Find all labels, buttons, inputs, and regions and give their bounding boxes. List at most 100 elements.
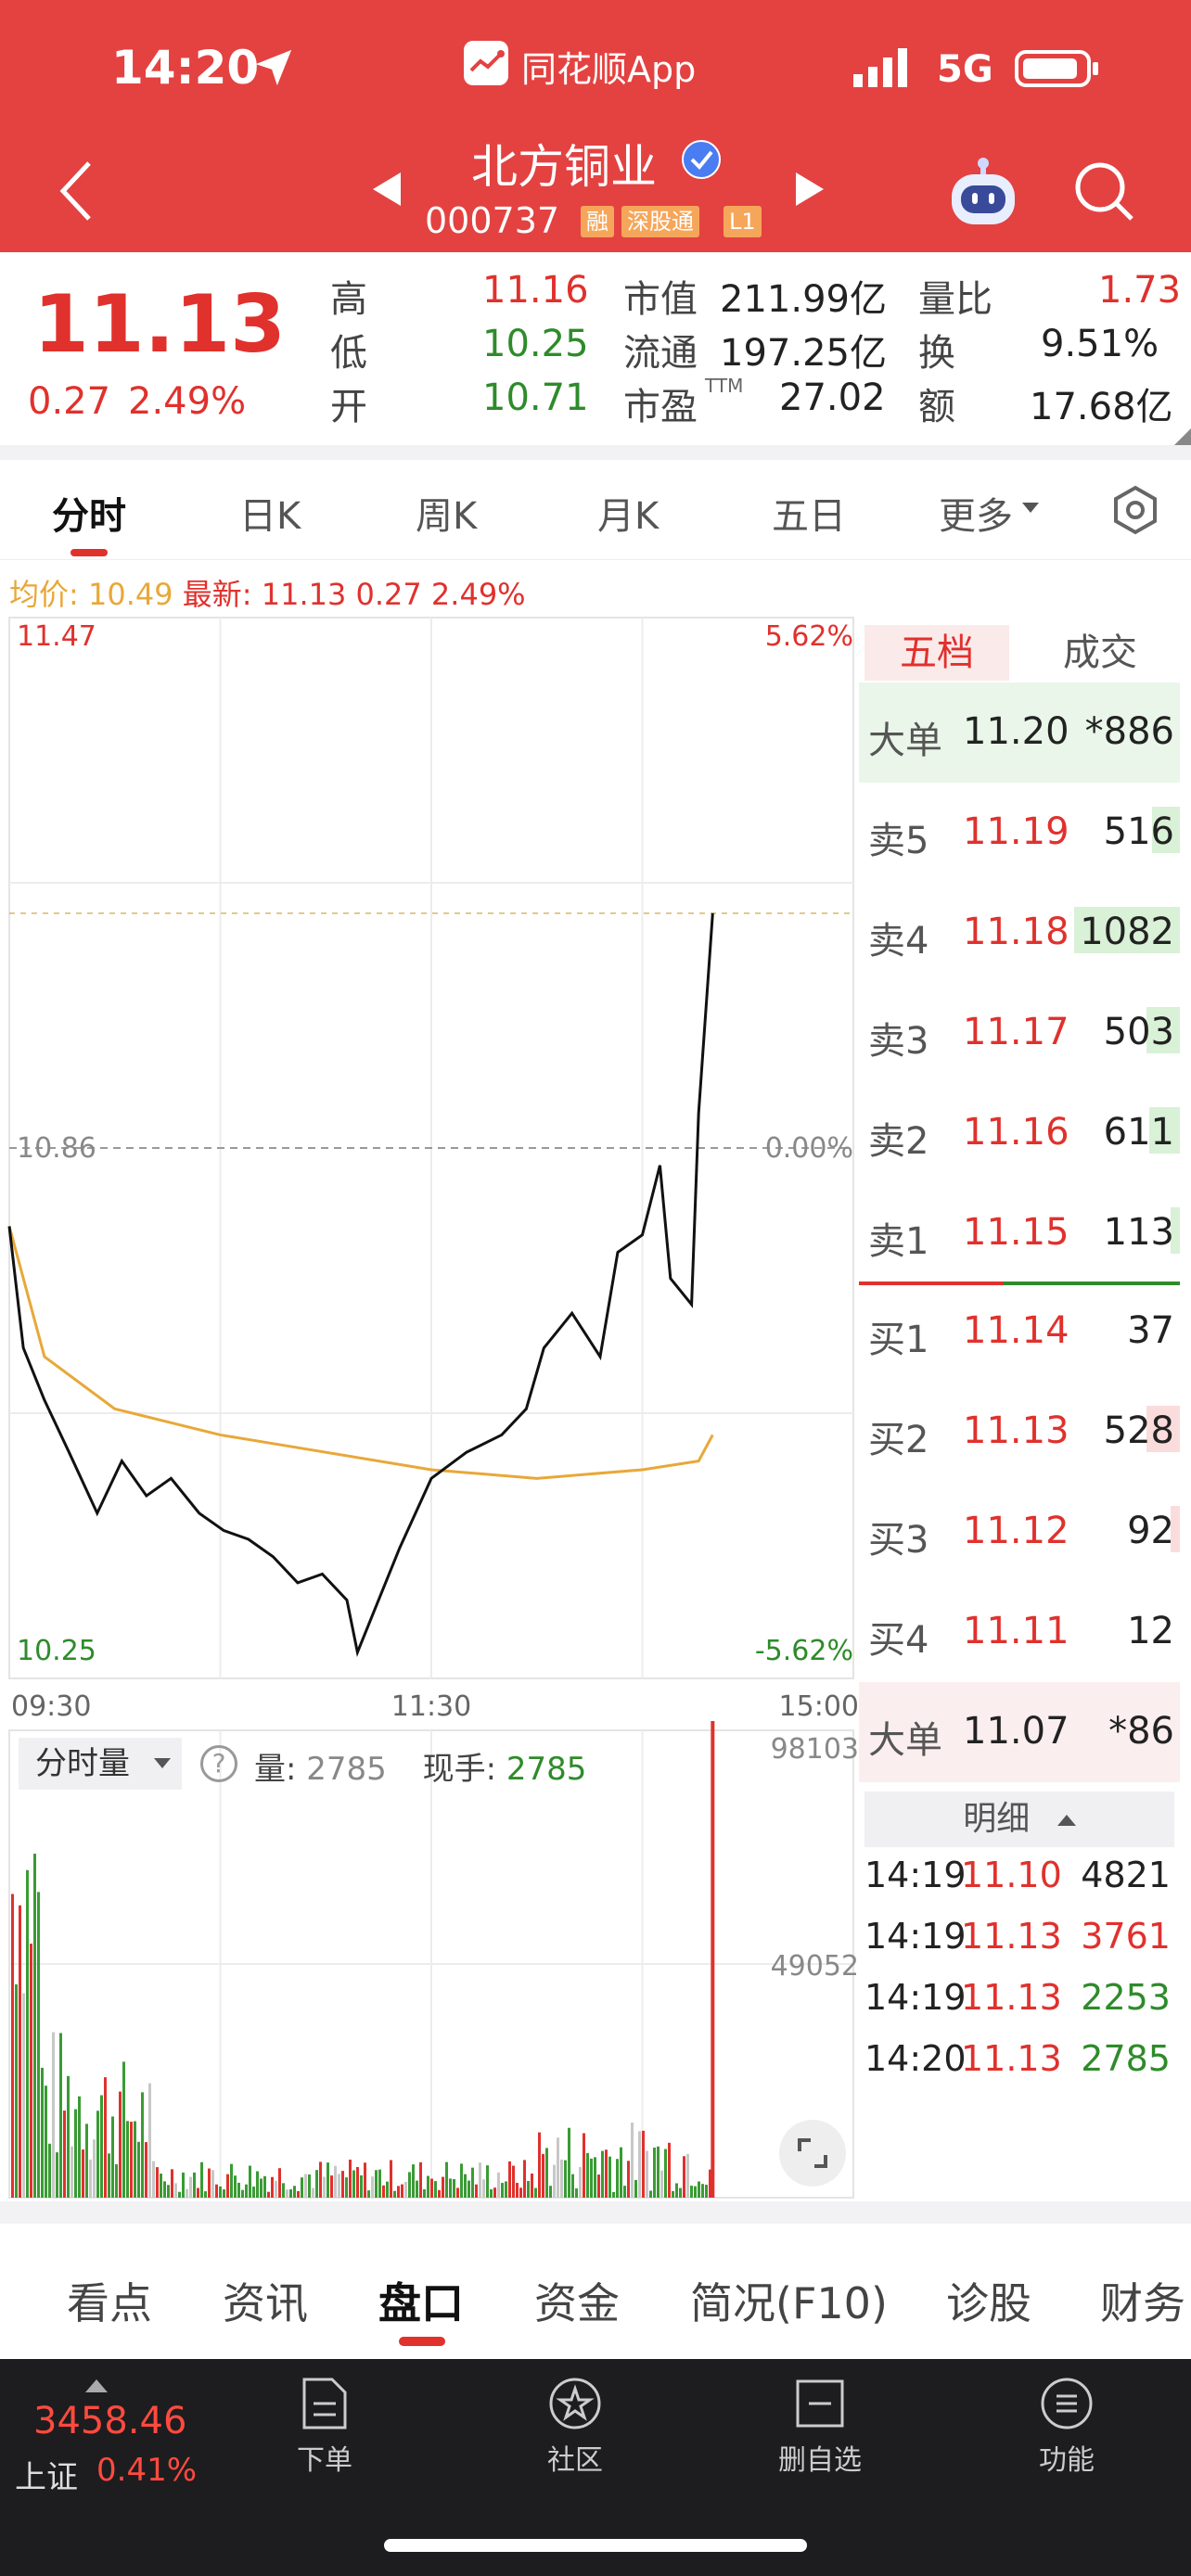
volume-bar [126, 2121, 129, 2198]
volume-bar [141, 2092, 144, 2198]
next-stock-icon[interactable] [790, 171, 827, 208]
price-line [7, 912, 714, 1658]
pe-value: 27.02 [779, 376, 886, 419]
fullscreen-button[interactable] [779, 2120, 846, 2187]
volume-bar [319, 2162, 322, 2198]
signal-icon [853, 48, 907, 87]
btab-finance[interactable]: 财务 [1100, 2270, 1185, 2331]
index-up-arrow-icon [85, 2379, 108, 2392]
location-arrow-icon [255, 49, 292, 86]
ask-row[interactable]: 卖4 11.18 1082 [859, 883, 1180, 983]
prev-stock-icon[interactable] [369, 171, 406, 208]
volume-bar [85, 2123, 88, 2198]
volume-bar [174, 2183, 177, 2198]
big-order-top: 大单 11.20 *886 [859, 682, 1180, 783]
quote-panel: 11.13 0.27 2.49% 高 11.16 低 10.25 开 10.71… [0, 252, 1191, 445]
help-icon[interactable]: ? [200, 1745, 237, 1782]
detail-header[interactable]: 明细 [864, 1792, 1174, 1847]
volume-bar [519, 2187, 522, 2198]
ask-row[interactable]: 卖2 11.16 611 [859, 1083, 1180, 1183]
volume-bar [45, 2085, 47, 2198]
volume-bar [672, 2190, 674, 2198]
tab-intraday[interactable]: 分时 [52, 486, 126, 540]
volume-bar [467, 2180, 470, 2198]
orderbook-label: 买2 [868, 1419, 929, 1461]
back-icon[interactable] [52, 158, 104, 224]
tab-five-level[interactable]: 五档 [864, 625, 1009, 681]
tab-more[interactable]: 更多 [939, 486, 1013, 540]
nav-remove-watchlist[interactable]: 删自选 [746, 2376, 894, 2478]
volume-bar [367, 2190, 370, 2198]
trade-time: 14:19 [864, 1855, 967, 1895]
turnover-value: 9.51% [1041, 323, 1159, 365]
volume-bar [430, 2178, 433, 2198]
btab-highlights[interactable]: 看点 [67, 2270, 152, 2331]
volume-bar [360, 2174, 363, 2198]
trade-vol: 2253 [1081, 1977, 1171, 2018]
volume-value: 2785 [306, 1751, 387, 1788]
volume-bar [189, 2176, 192, 2198]
orderbook-vol: 611 [1103, 1111, 1174, 1154]
network-type: 5G [937, 48, 993, 91]
volume-bar [482, 2179, 485, 2198]
trade-time: 14:19 [864, 1977, 967, 2018]
volume-selector[interactable]: 分时量 [19, 1738, 182, 1790]
search-icon[interactable] [1072, 159, 1135, 223]
orderbook-vol: 516 [1103, 810, 1174, 853]
expand-corner-icon[interactable] [1174, 428, 1191, 445]
x-axis-mid: 11:30 [391, 1690, 471, 1723]
volume-label: 量: [254, 1751, 297, 1788]
nav-order[interactable]: 下单 [250, 2376, 399, 2478]
btab-capital[interactable]: 资金 [534, 2270, 620, 2331]
volume-bar [41, 2067, 44, 2198]
ask-row[interactable]: 卖1 11.15 113 [859, 1183, 1180, 1283]
bid-row[interactable]: 买2 11.13 528 [859, 1382, 1180, 1482]
tab-weekly-k[interactable]: 周K [416, 486, 477, 540]
tab-five-day[interactable]: 五日 [772, 486, 846, 540]
tab-trades[interactable]: 成交 [1026, 625, 1174, 681]
volume-bar [275, 2180, 277, 2198]
volume-bar [434, 2181, 437, 2198]
volume-bar [70, 2146, 73, 2198]
btab-orderbook[interactable]: 盘口 [378, 2270, 464, 2331]
volume-bar [419, 2162, 422, 2198]
orderbook-vol: 528 [1103, 1409, 1174, 1452]
nav-community[interactable]: 社区 [501, 2376, 649, 2478]
detail-label: 明细 [963, 1800, 1031, 1838]
btab-news[interactable]: 资讯 [223, 2270, 308, 2331]
settings-icon[interactable] [1109, 484, 1161, 536]
volume-bar [267, 2191, 270, 2198]
volume-bar [152, 2161, 155, 2198]
ask-row[interactable]: 卖3 11.17 503 [859, 983, 1180, 1083]
volume-axis-mid: 49052 [771, 1950, 859, 1983]
hand-value: 2785 [506, 1751, 587, 1788]
bid-row[interactable]: 买3 11.12 92 [859, 1482, 1180, 1582]
tab-active-indicator [70, 549, 108, 556]
pct-axis-bottom: -5.62% [755, 1635, 853, 1667]
tab-daily-k[interactable]: 日K [239, 486, 301, 540]
index-value[interactable]: 3458.46 [33, 2400, 186, 2442]
volume-bar [423, 2188, 426, 2198]
btab-profile[interactable]: 简况(F10) [690, 2270, 888, 2331]
volume-bar [412, 2164, 415, 2198]
btab-diagnose[interactable]: 诊股 [946, 2270, 1031, 2331]
low-value: 10.25 [482, 323, 589, 365]
bid-row[interactable]: 买4 11.11 12 [859, 1582, 1180, 1682]
volume-bar [163, 2181, 166, 2198]
ask-row[interactable]: 卖5 11.19 516 [859, 783, 1180, 883]
tab-monthly-k[interactable]: 月K [597, 486, 659, 540]
orderbook-vol: 113 [1103, 1211, 1174, 1254]
nav-functions[interactable]: 功能 [992, 2376, 1141, 2478]
volume-bar [597, 2174, 600, 2198]
btab-active-indicator [399, 2337, 445, 2346]
last-change: 0.27 [355, 577, 422, 612]
vol-ratio-value: 1.73 [1098, 269, 1182, 312]
volume-bar [130, 2122, 133, 2198]
last-value: 11.13 [261, 577, 347, 612]
robot-assistant-icon[interactable] [946, 156, 1020, 228]
volume-bar [249, 2165, 251, 2198]
bid-row[interactable]: 买1 11.14 37 [859, 1282, 1180, 1382]
volume-bar [30, 1944, 32, 2198]
volume-bar [627, 2161, 630, 2198]
volume-bar [586, 2152, 589, 2198]
